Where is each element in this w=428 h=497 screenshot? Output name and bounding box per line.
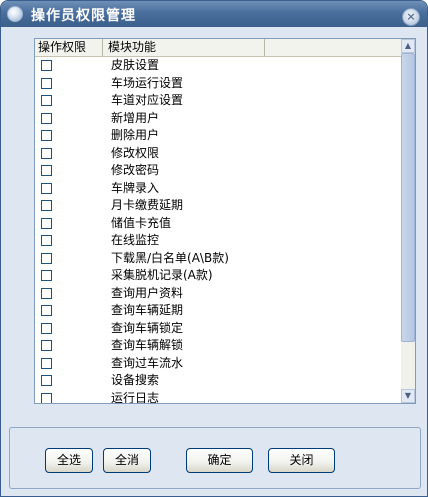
module-label: 修改权限 (111, 145, 160, 160)
permission-window: 操作员权限管理 × 操作权限 模块功能 皮肤设置车场运行设置 车道对应设置 新增用户… (0, 0, 428, 497)
permission-checkbox[interactable] (41, 130, 52, 141)
permission-list: 操作权限 模块功能 皮肤设置车场运行设置 车道对应设置 新增用户删除用户修改权限修改… (34, 38, 416, 404)
module-label: 在线监控 (111, 233, 160, 247)
list-item[interactable]: 查询用户资料 (35, 285, 401, 303)
module-label: 新增用户 (111, 110, 160, 125)
module-label: 采集脱机记录(A款) (111, 268, 213, 282)
list-rows: 皮肤设置车场运行设置 车道对应设置 新增用户删除用户修改权限修改密码车牌录入月卡缴费… (35, 57, 401, 404)
permission-checkbox[interactable] (41, 200, 52, 211)
list-item[interactable]: 车牌录入 (35, 180, 401, 198)
list-item[interactable]: 查询过车流水 (35, 355, 401, 373)
module-label: 车道对应设置 (111, 93, 184, 107)
list-item[interactable]: 查询车辆延期 (35, 302, 401, 320)
module-label: 查询车辆延期 (111, 303, 184, 317)
scroll-thumb[interactable] (401, 53, 415, 342)
list-item[interactable]: 新增用户 (35, 110, 401, 128)
content-panel: 操作权限 模块功能 皮肤设置车场运行设置 车道对应设置 新增用户删除用户修改权限修改… (4, 27, 424, 496)
list-item[interactable]: 删除用户 (35, 127, 401, 145)
list-item[interactable]: 车道对应设置 (35, 92, 401, 110)
permission-checkbox[interactable] (41, 287, 52, 299)
deselect-all-button[interactable]: 全消 (103, 448, 151, 473)
list-item[interactable]: 月卡缴费延期 (35, 197, 401, 215)
list-item[interactable]: 修改密码 (35, 162, 401, 180)
permission-checkbox[interactable] (41, 392, 52, 403)
module-label: 车场运行设置 (111, 75, 184, 90)
permission-checkbox[interactable] (41, 112, 52, 124)
button-group: 全选 全消 确定 关闭 (9, 427, 421, 489)
list-item[interactable]: 车场运行设置 (35, 75, 401, 93)
module-label: 查询车辆解锁 (111, 338, 184, 352)
permission-checkbox[interactable] (41, 165, 52, 176)
permission-checkbox[interactable] (41, 77, 52, 89)
title-bar[interactable]: 操作员权限管理 × (1, 1, 427, 27)
permission-checkbox[interactable] (41, 147, 52, 159)
module-label: 修改密码 (111, 163, 160, 177)
module-label: 皮肤设置 (111, 58, 160, 72)
permission-checkbox[interactable] (41, 340, 52, 351)
list-item[interactable]: 运行日志 (35, 390, 401, 404)
permission-checkbox[interactable] (41, 322, 52, 334)
list-item[interactable]: 皮肤设置 (35, 57, 401, 75)
column-header-module[interactable]: 模块功能 (105, 39, 265, 56)
module-label: 删除用户 (111, 128, 160, 142)
module-label: 车牌录入 (111, 180, 160, 195)
app-icon (7, 6, 23, 22)
list-item[interactable]: 下载黑/白名单(A\B款) (35, 250, 401, 268)
module-label: 设备搜索 (111, 373, 160, 387)
module-label: 查询过车流水 (111, 355, 184, 370)
module-label: 月卡缴费延期 (111, 198, 184, 212)
permission-checkbox[interactable] (41, 235, 52, 246)
list-item[interactable]: 采集脱机记录(A款) (35, 267, 401, 285)
module-label: 运行日志 (111, 390, 160, 404)
list-item[interactable]: 修改权限 (35, 145, 401, 163)
list-header: 操作权限 模块功能 (35, 39, 401, 57)
permission-checkbox[interactable] (41, 252, 52, 264)
permission-checkbox[interactable] (41, 60, 52, 71)
select-all-button[interactable]: 全选 (45, 448, 93, 473)
ok-button[interactable]: 确定 (186, 448, 253, 473)
permission-checkbox[interactable] (41, 357, 52, 369)
module-label: 下载黑/白名单(A\B款) (111, 250, 229, 265)
list-item[interactable]: 设备搜索 (35, 372, 401, 390)
permission-checkbox[interactable] (41, 375, 52, 386)
permission-checkbox[interactable] (41, 217, 52, 229)
permission-checkbox[interactable] (41, 182, 52, 194)
module-label: 查询用户资料 (111, 285, 184, 300)
close-button[interactable]: 关闭 (268, 448, 335, 473)
vertical-scrollbar[interactable]: ▲ ▼ (401, 39, 415, 403)
close-icon[interactable]: × (402, 8, 420, 26)
scroll-up-icon[interactable]: ▲ (401, 39, 415, 53)
list-item[interactable]: 查询车辆锁定 (35, 320, 401, 338)
list-item[interactable]: 在线监控 (35, 232, 401, 250)
list-item[interactable]: 储值卡充值 (35, 215, 401, 233)
permission-checkbox[interactable] (41, 270, 52, 281)
permission-checkbox[interactable] (41, 305, 52, 316)
scroll-down-icon[interactable]: ▼ (401, 389, 415, 403)
list-item[interactable]: 查询车辆解锁 (35, 337, 401, 355)
window-title: 操作员权限管理 (31, 8, 136, 24)
module-label: 查询车辆锁定 (111, 320, 184, 335)
column-header-permission[interactable]: 操作权限 (35, 39, 103, 56)
permission-checkbox[interactable] (41, 95, 52, 106)
column-header-empty (267, 39, 401, 56)
module-label: 储值卡充值 (111, 215, 172, 230)
